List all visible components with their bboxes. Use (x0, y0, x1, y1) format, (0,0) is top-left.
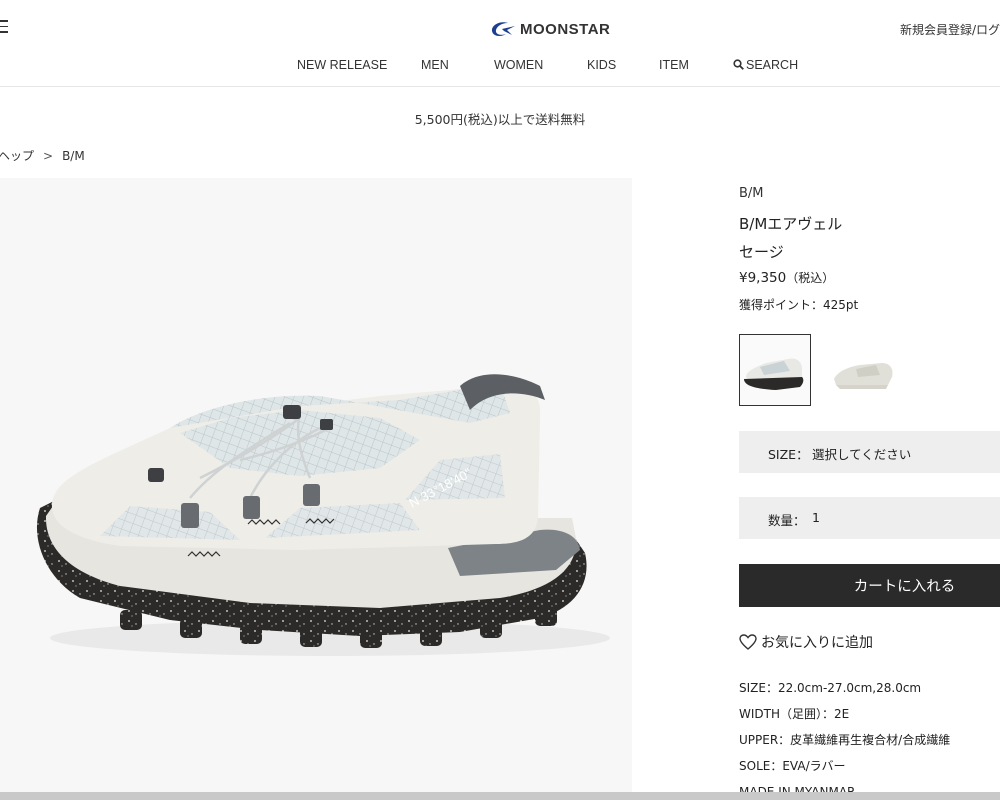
size-label: SIZE： (768, 447, 809, 462)
nav-new-release[interactable]: NEW RELEASE (297, 58, 387, 72)
heart-icon (739, 634, 757, 650)
nav-kids[interactable]: KIDS (587, 58, 616, 72)
quantity-value: 1 (812, 510, 820, 525)
favorites-label: お気に入りに追加 (761, 635, 873, 651)
nav-women[interactable]: WOMEN (494, 58, 543, 72)
thumbnail-1[interactable] (739, 334, 811, 406)
nav-men[interactable]: MEN (421, 58, 449, 72)
sneaker-illustration: N 33°18'40" (36, 374, 610, 656)
product-specs: SIZE：22.0cm-27.0cm,28.0cm WIDTH（足囲）：2E U… (739, 680, 950, 810)
thumbnail-shoe-image-2 (828, 335, 898, 405)
thumbnail-shoe-image (740, 335, 810, 405)
breadcrumb-item-hep[interactable]: ヘップ (0, 149, 34, 163)
spec-size: SIZE：22.0cm-27.0cm,28.0cm (739, 681, 922, 695)
header-divider (0, 86, 1000, 87)
product-title: B/Mエアヴェル (739, 215, 843, 233)
price-tax-note: （税込） (786, 271, 835, 285)
add-to-cart-button[interactable]: カートに入れる (739, 564, 1000, 607)
nav-item[interactable]: ITEM (659, 58, 689, 72)
moonstar-logo-mark (491, 22, 515, 37)
register-login-link[interactable]: 新規会員登録/ログ (900, 21, 1000, 38)
breadcrumb-separator: > (43, 149, 54, 163)
price-value: ¥9,350 (739, 270, 787, 286)
horizontal-scrollbar[interactable] (0, 792, 1000, 800)
add-to-favorites-button[interactable]: お気に入りに追加 (739, 632, 873, 652)
breadcrumb: ヘップ > B/M (0, 147, 85, 164)
spec-width: WIDTH（足囲）：2E (739, 707, 850, 721)
product-brand[interactable]: B/M (739, 186, 764, 201)
earned-points: 獲得ポイント：425pt (739, 298, 859, 312)
menu-icon[interactable] (0, 20, 8, 34)
quantity-select[interactable]: 数量： 1 (739, 497, 1000, 539)
product-price: ¥9,350（税込） (739, 269, 834, 286)
spec-sole: SOLE：EVA/ラバー (739, 759, 846, 773)
quantity-label: 数量： (768, 513, 806, 528)
size-value: 選択してください (812, 447, 912, 462)
search-icon (733, 59, 744, 70)
main-nav: NEW RELEASE MEN WOMEN KIDS ITEM SEARCH (0, 58, 1000, 76)
logo-text: MOONSTAR (520, 20, 611, 38)
size-select[interactable]: SIZE： 選択してください (739, 431, 1000, 473)
breadcrumb-item-bm[interactable]: B/M (62, 149, 85, 163)
product-color: セージ (739, 243, 784, 261)
nav-search-label: SEARCH (746, 58, 799, 72)
free-shipping-notice: 5,500円(税込)以上で送料無料 (414, 112, 586, 127)
nav-search[interactable]: SEARCH (733, 58, 798, 72)
spec-upper: UPPER：皮革繊維再生複合材/合成繊維 (739, 733, 951, 747)
moonstar-logo[interactable]: MOONSTAR (490, 18, 610, 40)
product-main-image[interactable]: N 33°18'40" (0, 178, 632, 800)
thumbnail-2[interactable] (827, 334, 899, 406)
